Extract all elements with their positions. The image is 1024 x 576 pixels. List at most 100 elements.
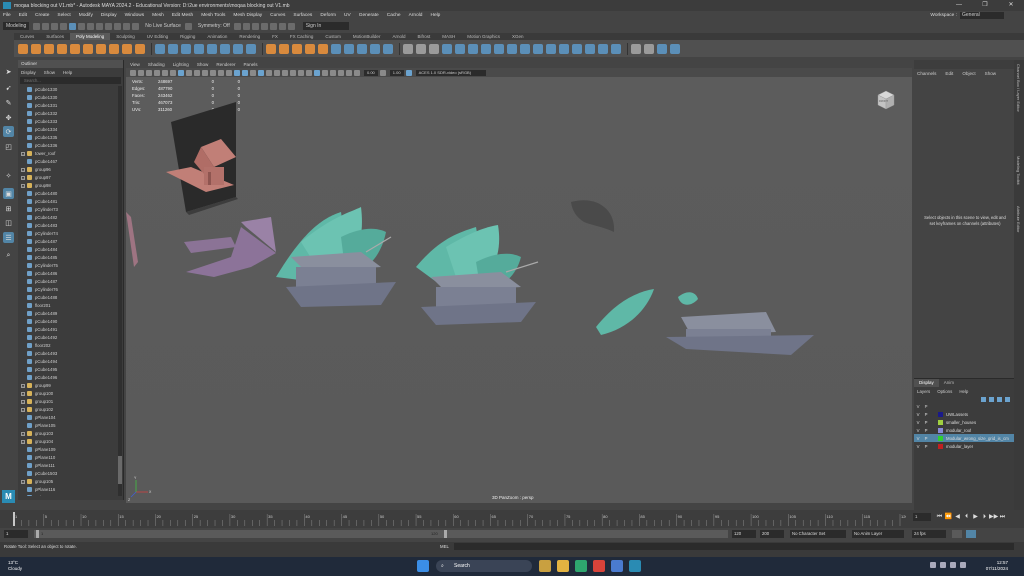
outliner-item[interactable]: + group100 (18, 390, 118, 398)
collapse-icon[interactable] (357, 43, 367, 54)
taskbar-search[interactable]: ⌕ Search (436, 560, 532, 572)
outliner-item[interactable]: pCube1489 (18, 310, 118, 318)
outliner-item[interactable]: pCube1493 (18, 350, 118, 358)
layer-visibility-toggle[interactable]: V (914, 444, 922, 449)
poly-cylinder-icon[interactable] (44, 43, 54, 54)
menu-display[interactable]: Display (101, 13, 117, 18)
slide-edge-icon[interactable] (468, 43, 478, 54)
command-input[interactable] (454, 543, 1014, 550)
outliner-search-input[interactable]: Search... (20, 77, 121, 84)
outliner-item[interactable]: pCylinder73 (18, 206, 118, 214)
xray-active-icon[interactable] (330, 69, 336, 76)
fill-hole-icon[interactable] (318, 43, 328, 54)
tab-bifrost[interactable]: Bifrost (411, 33, 436, 40)
current-frame-field[interactable]: 1 (913, 513, 931, 521)
layer-visibility-toggle[interactable]: V (914, 420, 922, 425)
reduce-icon[interactable] (233, 43, 243, 54)
expand-icon[interactable]: + (21, 432, 25, 436)
store-icon[interactable] (611, 560, 623, 572)
outliner-item[interactable]: + group101 (18, 398, 118, 406)
outliner-item[interactable]: pCube1330 (18, 94, 118, 102)
poly-plane-icon[interactable] (83, 43, 93, 54)
layer-color-swatch[interactable] (938, 427, 943, 433)
combine-icon[interactable] (155, 43, 165, 54)
outliner-item[interactable]: pCube1336 (18, 142, 118, 150)
channel-menu-show[interactable]: Show (985, 71, 997, 76)
outliner-item[interactable]: pCube1480 (18, 190, 118, 198)
tab-sculpting[interactable]: Sculpting (110, 33, 141, 40)
auto-key-button[interactable] (952, 530, 962, 538)
grid-icon[interactable] (178, 69, 184, 76)
menu-edit-mesh[interactable]: Edit Mesh (172, 13, 193, 18)
fps-dropdown[interactable]: 24 fps (912, 530, 946, 538)
sign-in-button[interactable]: Sign In (302, 22, 349, 30)
outliner-item[interactable]: pPlane116 (18, 486, 118, 494)
select-camera-icon[interactable] (130, 69, 136, 76)
new-layer-selected-icon[interactable] (1005, 396, 1010, 402)
network-icon[interactable] (940, 562, 946, 568)
outliner-item[interactable]: pCube1484 (18, 246, 118, 254)
edge-browser-icon[interactable] (575, 560, 587, 572)
range-start-handle[interactable] (36, 530, 39, 538)
color-management-icon[interactable] (405, 69, 412, 76)
outliner-item[interactable]: pCube1486 (18, 270, 118, 278)
rotate-tool-icon[interactable]: ⟳ (3, 126, 14, 137)
outliner-item[interactable]: pPlane117 (18, 494, 118, 496)
move-layer-down-icon[interactable] (989, 396, 994, 402)
safe-title-icon[interactable] (226, 69, 232, 76)
outliner-scroll-thumb[interactable] (118, 456, 122, 484)
outliner-item[interactable]: pCube1485 (18, 254, 118, 262)
select-component-icon[interactable] (87, 22, 95, 30)
layer-color-swatch[interactable] (938, 411, 943, 417)
poly-cone-icon[interactable] (57, 43, 67, 54)
go-to-end-button[interactable]: ⏭ (998, 514, 1007, 521)
outliner-item[interactable]: floor201 (18, 302, 118, 310)
gate-mask-icon[interactable] (202, 69, 208, 76)
menu-modify[interactable]: Modify (79, 13, 93, 18)
outliner-item[interactable]: floor202 (18, 342, 118, 350)
quad-draw-icon[interactable] (429, 43, 439, 54)
side-tab-channel-box[interactable]: Channel Box / Layer Editor (1016, 64, 1021, 112)
target-weld-icon[interactable] (416, 43, 426, 54)
four-view-icon[interactable]: ⊞ (3, 203, 14, 214)
cut-uv-icon[interactable] (631, 43, 641, 54)
menu-mesh-tools[interactable]: Mesh Tools (201, 13, 225, 18)
2d-pan-zoom-icon[interactable] (162, 69, 168, 76)
layer-playback-toggle[interactable]: P (922, 412, 930, 417)
outliner-item[interactable]: pCube1487 (18, 278, 118, 286)
outliner-item[interactable]: pPlane111 (18, 462, 118, 470)
spherical-uv-icon[interactable] (585, 43, 595, 54)
soft-select-icon[interactable]: ✧ (3, 170, 14, 181)
lasso-tool-icon[interactable]: ➹ (3, 82, 14, 93)
outliner-item[interactable]: pCube1503 (18, 470, 118, 478)
exposure-icon[interactable] (354, 69, 360, 76)
safe-action-icon[interactable] (218, 69, 224, 76)
platonic-solid-icon[interactable] (109, 43, 119, 54)
tab-custom[interactable]: Custom (319, 33, 347, 40)
menu-uv[interactable]: UV (344, 13, 351, 18)
playback-end-field[interactable]: 120 (732, 530, 756, 538)
layer-color-swatch[interactable] (938, 443, 943, 449)
layer-menu-layers[interactable]: Layers (917, 389, 930, 394)
range-end-handle[interactable] (444, 530, 447, 538)
weather-widget[interactable]: 13°C Cloudy (8, 560, 22, 572)
channel-menu-channels[interactable]: Channels (917, 71, 936, 76)
outliner-item[interactable]: pCube1492 (18, 334, 118, 342)
snap-grid-icon[interactable] (96, 22, 104, 30)
current-time-marker[interactable] (13, 512, 15, 526)
side-tab-attribute-editor[interactable]: Attribute Editor (1016, 206, 1021, 232)
outliner-item[interactable]: pCylinder76 (18, 286, 118, 294)
planar-uv-icon[interactable] (546, 43, 556, 54)
outliner-item[interactable]: pCube1490 (18, 318, 118, 326)
outliner-item[interactable]: pCube1496 (18, 374, 118, 382)
boolean-difference-icon[interactable] (207, 43, 217, 54)
merge-icon[interactable] (331, 43, 341, 54)
average-vertices-icon[interactable] (494, 43, 504, 54)
single-view-icon[interactable]: ▣ (3, 188, 14, 199)
play-backwards-button[interactable]: ⏴ (962, 514, 971, 521)
use-all-lights-icon[interactable] (266, 69, 272, 76)
grease-pencil-icon[interactable] (170, 69, 176, 76)
move-layer-up-icon[interactable] (981, 396, 986, 402)
viewport-menu-shading[interactable]: Shading (148, 62, 165, 67)
outliner-item[interactable]: + group105 (18, 478, 118, 486)
